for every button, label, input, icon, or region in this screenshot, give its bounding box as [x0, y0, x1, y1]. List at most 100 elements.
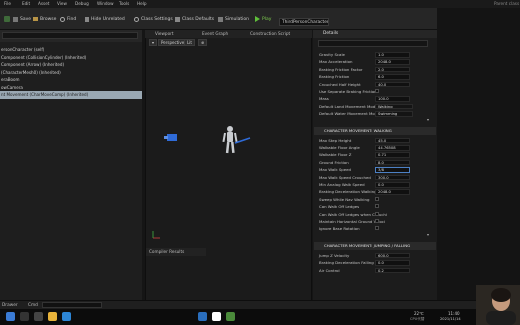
start-icon[interactable]: [6, 312, 15, 321]
property-label: Braking Friction: [319, 74, 350, 80]
tab-construction-script[interactable]: Construction Script: [250, 31, 290, 36]
class-defaults-button[interactable]: Class Defaults: [175, 12, 214, 26]
edge-icon[interactable]: [62, 312, 71, 321]
menu-help[interactable]: Help: [137, 1, 147, 6]
content-drawer-button[interactable]: Drawer: [2, 303, 18, 308]
section-jumping-header[interactable]: CHARACTER MOVEMENT: JUMPING / FALLING: [314, 241, 436, 250]
property-value-input[interactable]: 0.2: [375, 267, 410, 274]
property-value-input[interactable]: 44.76508: [375, 145, 410, 151]
explorer-icon[interactable]: [48, 312, 57, 321]
property-value-input[interactable]: 2048.0: [375, 189, 410, 195]
binoculars-icon: [60, 16, 65, 22]
property-row-mass: Mass 100.0: [317, 95, 429, 103]
property-label: Braking Friction Factor: [319, 66, 363, 72]
property-checkbox[interactable]: [375, 226, 379, 231]
perspective-button[interactable]: Perspective: [158, 39, 188, 46]
expand-chevron-icon[interactable]: ▾: [427, 117, 429, 122]
lit-button[interactable]: Lit: [184, 39, 195, 46]
property-label: Can Walk Off Ledges: [319, 204, 360, 210]
simulation-button[interactable]: Simulation: [218, 12, 249, 26]
expand-chevron-icon[interactable]: ▾: [427, 232, 429, 237]
menu-edit[interactable]: Edit: [22, 1, 30, 6]
property-value-input[interactable]: 45.0: [375, 137, 410, 144]
property-row-default-water-movement-mode: Default Water Movement Mode Swimming: [317, 110, 429, 118]
component-follow-camera[interactable]: owCamera: [0, 84, 142, 92]
component-camera-boom[interactable]: eraBoom: [0, 76, 142, 84]
viewport-transform-button[interactable]: ⊕: [198, 39, 208, 46]
section-walking-header[interactable]: CHARACTER MOVEMENT: WALKING: [314, 126, 436, 135]
property-row-braking-friction-factor: Braking Friction Factor 2.0: [317, 66, 429, 74]
property-row-max-walk-speed: Max Walk Speed 3/8: [317, 166, 429, 174]
property-value-input[interactable]: 100.0: [375, 96, 410, 102]
save-button[interactable]: Save: [13, 12, 31, 26]
property-dropdown[interactable]: Swimming: [375, 111, 413, 117]
property-label: Use Separate Braking Friction: [319, 89, 377, 94]
components-search-input[interactable]: [2, 32, 138, 39]
console-input[interactable]: [42, 302, 102, 308]
menu-debug[interactable]: Debug: [75, 1, 89, 6]
component-mesh[interactable]: (CharacterMesh0) (Inherited): [0, 69, 142, 77]
defaults-icon: [175, 16, 180, 22]
property-value-input[interactable]: 2.0: [375, 66, 410, 73]
compiler-results-tab[interactable]: Compiler Results: [146, 248, 206, 256]
property-label: Default Land Movement Mode: [319, 103, 378, 109]
property-value-input[interactable]: 40.0: [375, 81, 410, 88]
property-label: Max Walk Speed Crouched: [319, 174, 371, 180]
class-defaults-label: Class Defaults: [182, 16, 215, 22]
property-value-input[interactable]: 1.0: [375, 52, 410, 58]
property-label: Max Acceleration: [319, 59, 353, 65]
menu-file[interactable]: File: [4, 1, 11, 6]
play-button[interactable]: Play: [255, 12, 271, 26]
property-value-input[interactable]: 6.0: [375, 74, 410, 80]
property-checkbox[interactable]: [375, 89, 379, 93]
property-checkbox[interactable]: [375, 219, 379, 223]
menu-tools[interactable]: Tools: [119, 1, 129, 6]
details-search-input[interactable]: [318, 40, 428, 47]
property-checkbox[interactable]: [375, 211, 379, 216]
tab-event-graph[interactable]: Event Graph: [202, 31, 228, 36]
property-checkbox[interactable]: [375, 196, 379, 201]
property-value-input[interactable]: 2048.0: [375, 59, 410, 65]
property-value-input[interactable]: 0.0: [375, 182, 410, 188]
app-icon-1[interactable]: [198, 312, 207, 321]
property-dropdown[interactable]: Walking: [375, 103, 413, 110]
viewport-tabs: Viewport Event Graph Construction Script: [145, 30, 312, 38]
debug-object-dropdown[interactable]: ThirdPersonCharacter: [279, 18, 329, 26]
details-tab[interactable]: Details: [313, 30, 437, 38]
save-label: Save: [20, 16, 32, 22]
find-button[interactable]: Find: [60, 12, 76, 26]
play-label: Play: [262, 16, 272, 22]
property-value-input[interactable]: 600.0: [375, 252, 410, 259]
property-value-input[interactable]: 0.0: [375, 260, 410, 266]
browse-button[interactable]: Browse: [33, 12, 56, 26]
component-arrow[interactable]: Component (Arrow) (Inherited): [0, 61, 142, 69]
right-empty-area: [437, 8, 520, 300]
property-row-max-step-height: Max Step Height 45.0: [317, 137, 429, 145]
property-value-input[interactable]: 0.71: [375, 152, 410, 158]
property-checkbox[interactable]: [375, 204, 379, 209]
component-collision-cylinder[interactable]: Component (CollisionCylinder) (Inherited…: [0, 54, 142, 62]
component-character-movement[interactable]: nt Movement (CharMoveComp) (Inherited): [0, 91, 142, 99]
property-value-input[interactable]: 8.0: [375, 159, 410, 166]
menu-view[interactable]: View: [57, 1, 67, 6]
viewport-menu-button[interactable]: ▾: [149, 39, 158, 46]
cmd-button[interactable]: Cmd: [28, 303, 38, 308]
unreal-icon[interactable]: [212, 312, 221, 321]
app-icon-2[interactable]: [226, 312, 235, 321]
property-label: Walkable Floor Z: [319, 152, 352, 158]
property-row-braking-friction: Braking Friction 6.0: [317, 73, 429, 81]
hide-unrelated-button[interactable]: Hide Unrelated: [85, 12, 125, 26]
property-row-walkable-floor-z: Walkable Floor Z 0.71: [317, 151, 429, 159]
menu-asset[interactable]: Asset: [38, 1, 49, 6]
compile-button[interactable]: [4, 12, 10, 26]
tab-viewport[interactable]: Viewport: [155, 31, 174, 36]
taskview-icon[interactable]: [34, 312, 43, 321]
property-value-input[interactable]: 300.0: [375, 174, 410, 181]
class-settings-button[interactable]: Class Settings: [134, 12, 173, 26]
viewport-area[interactable]: [145, 30, 312, 300]
component-self[interactable]: ersonCharacter (self): [0, 46, 142, 54]
search-icon[interactable]: [20, 312, 29, 321]
property-value-input[interactable]: 3/8: [375, 167, 410, 173]
clock-time: 11:40: [448, 311, 460, 316]
menu-window[interactable]: Window: [97, 1, 114, 6]
